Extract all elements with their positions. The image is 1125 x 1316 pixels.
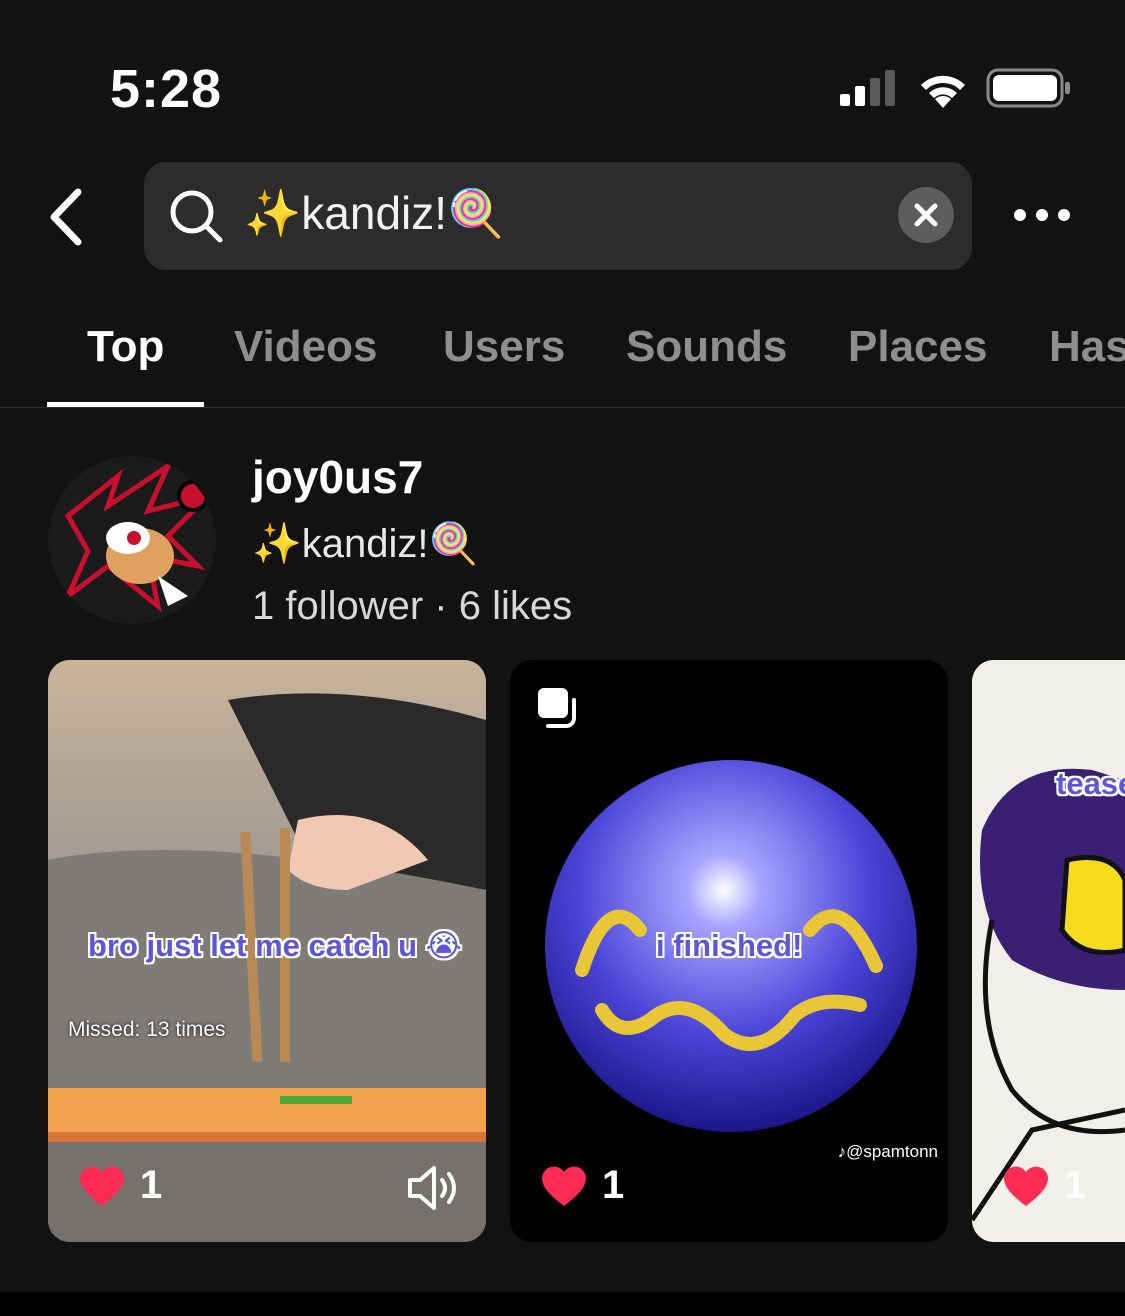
like-count: 1 [78, 1163, 162, 1208]
battery-icon [986, 68, 1070, 108]
bottom-edge [0, 1292, 1125, 1316]
wifi-icon [921, 75, 965, 108]
video-watermark: ♪@spamtonn [837, 1142, 938, 1161]
more-icon[interactable] [1012, 200, 1072, 230]
volume-icon[interactable] [404, 1162, 460, 1214]
tab-videos[interactable]: Videos [234, 322, 377, 372]
tab-users[interactable]: Users [443, 322, 565, 372]
heart-icon [1004, 1166, 1048, 1206]
video-card[interactable]: bro just let me catch u 😭 Missed: 13 tim… [48, 660, 486, 1242]
signal-icon [840, 70, 895, 106]
video-caption: tease [1056, 766, 1125, 801]
heart-icon [542, 1166, 586, 1206]
heart-icon [80, 1166, 124, 1206]
tab-hashtags[interactable]: Has [1049, 322, 1125, 372]
search-input[interactable]: ✨kandiz!🍭 [244, 186, 504, 241]
video-caption: i finished! [656, 928, 803, 963]
video-thumbnail [972, 660, 1125, 1242]
like-count: 1 [540, 1163, 624, 1208]
like-count-value: 1 [1064, 1163, 1087, 1207]
tab-sounds[interactable]: Sounds [626, 322, 787, 372]
multi-photo-icon [538, 688, 576, 728]
video-card[interactable]: i finished! ♪@spamtonn 1 [510, 660, 948, 1242]
search-icon [170, 190, 223, 243]
back-icon[interactable] [40, 182, 100, 252]
tab-top[interactable]: Top [87, 322, 164, 372]
username[interactable]: joy0us7 [252, 450, 423, 504]
like-count: 1 [1002, 1163, 1086, 1208]
video-card[interactable]: tease 1 [972, 660, 1125, 1242]
like-count-value: 1 [140, 1163, 163, 1207]
user-stats: 1 follower · 6 likes [252, 584, 573, 628]
video-caption: bro just let me catch u 😭 [88, 928, 462, 963]
avatar[interactable] [48, 456, 216, 624]
video-overlay-text: Missed: 13 times [68, 1018, 226, 1041]
status-time: 5:28 [110, 59, 223, 119]
tab-places[interactable]: Places [848, 322, 987, 372]
clear-icon[interactable] [898, 187, 954, 243]
display-name: ✨kandiz!🍭 [252, 522, 479, 566]
tab-divider [0, 407, 1125, 408]
like-count-value: 1 [602, 1163, 625, 1207]
